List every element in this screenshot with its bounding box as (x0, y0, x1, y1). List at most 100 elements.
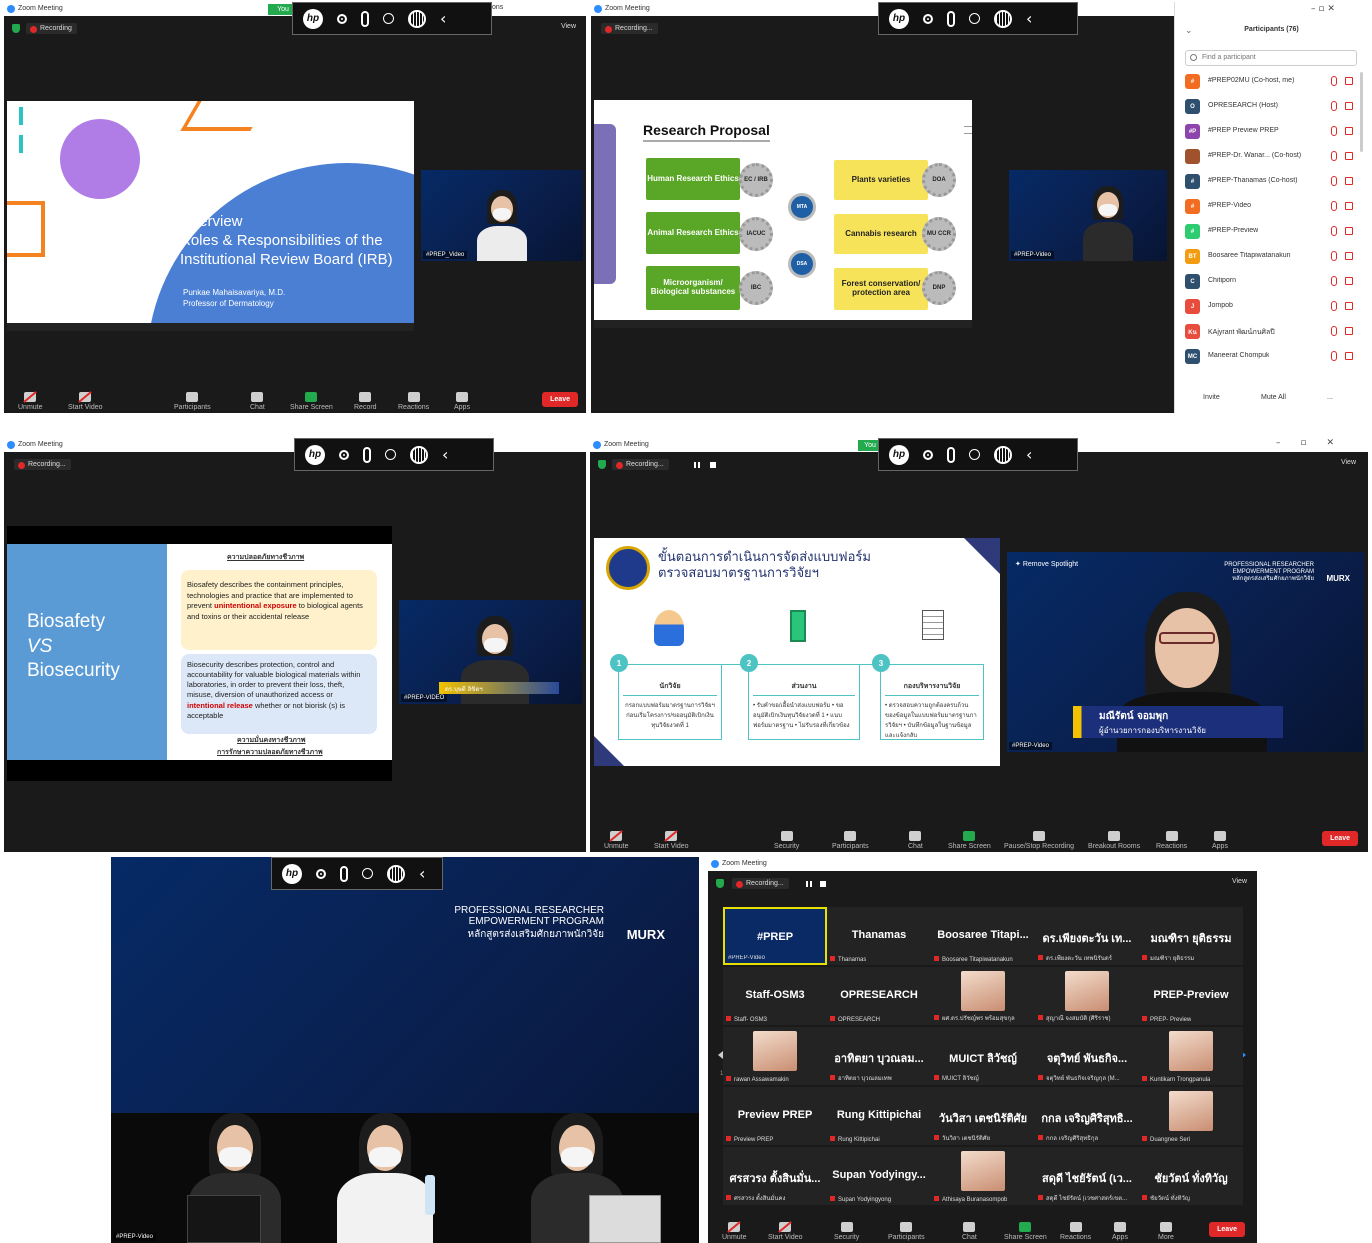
leave-button[interactable]: Leave (1209, 1222, 1245, 1237)
participant-row[interactable]: # #PREP-Thanamas (Co-host) (1183, 170, 1363, 194)
ring-icon[interactable] (969, 449, 980, 460)
participant-tile[interactable]: ชัยวัตน์ ทั่งทิวัญ ชัยวัตน์ ทั่งทิวัญ (1139, 1147, 1243, 1205)
audio-wave-icon[interactable] (387, 864, 405, 883)
participant-tile[interactable]: ผศ.ดร.ปรัชญ์พร พร้อมสุขกุล (931, 967, 1035, 1025)
audio-wave-icon[interactable] (994, 9, 1012, 28)
pause-recording-icon[interactable] (694, 462, 700, 468)
microphone-icon[interactable] (947, 446, 955, 463)
webcam-icon[interactable] (339, 449, 349, 460)
audio-wave-icon[interactable] (408, 9, 426, 28)
start-video-button[interactable]: Start Video (654, 831, 689, 850)
unmute-button[interactable]: Unmute (604, 831, 629, 850)
chat-button[interactable]: Chat (962, 1222, 977, 1241)
pause-recording-icon[interactable] (806, 881, 812, 887)
stop-recording-icon[interactable] (820, 881, 826, 887)
participant-tile[interactable]: ศรสวรง ตั้งสินมั่น... ศรสวรง ตั้งสินมั่นค… (723, 1147, 827, 1205)
chat-button[interactable]: Chat (908, 831, 923, 850)
participant-tile[interactable]: อาทิตยา บุวณลม... อาทิตยา บุวณลมเทพ (827, 1027, 931, 1085)
webcam-icon[interactable] (923, 449, 933, 460)
audio-wave-icon[interactable] (410, 445, 428, 464)
webcam-icon[interactable] (923, 13, 933, 24)
participant-tile[interactable]: Preview PREP Preview PREP (723, 1087, 827, 1145)
audio-wave-icon[interactable] (994, 445, 1012, 464)
participant-tile[interactable]: มณฑิรา ยุติธรรม มณฑิรา ยุติธรรม (1139, 907, 1243, 965)
view-button[interactable]: View (1341, 459, 1356, 466)
recording-indicator[interactable]: Recording... (732, 878, 789, 889)
participant-tile[interactable]: สุญาณี จงสมบัติ (ศิริราช) (1035, 967, 1139, 1025)
recording-indicator[interactable]: Recording... (612, 459, 669, 470)
participant-tile[interactable]: Boosaree Titapi... Boosaree Titapiwatanak… (931, 907, 1035, 965)
back-chevron-icon[interactable]: ‹ (442, 445, 448, 464)
apps-button[interactable]: Apps (454, 392, 470, 411)
breakout-rooms-button[interactable]: Breakout Rooms (1088, 831, 1140, 850)
webcam-icon[interactable] (337, 13, 347, 24)
participant-tile[interactable]: OPRESEARCH OPRESEARCH (827, 967, 931, 1025)
recording-indicator[interactable]: Recording... (601, 23, 658, 34)
view-options-button[interactable]: ons (492, 4, 503, 11)
participant-row[interactable]: #PREP-Dr. Wanar... (Co-host) (1183, 145, 1363, 169)
participant-row[interactable]: MC Maneerat Chompuk (1183, 345, 1363, 369)
back-chevron-icon[interactable]: ‹ (1026, 9, 1032, 28)
ring-icon[interactable] (385, 449, 396, 460)
participant-row[interactable]: # #PREP-Preview (1183, 220, 1363, 244)
participant-tile[interactable]: วันวิสา เตชนิรัติศัย วันวิสา เตชนิรัติศัย (931, 1087, 1035, 1145)
microphone-icon[interactable] (340, 865, 348, 882)
start-video-button[interactable]: Start Video (768, 1222, 803, 1241)
webcam-icon[interactable] (316, 868, 326, 879)
recording-indicator[interactable]: Recording (26, 23, 77, 34)
participant-row[interactable]: BT Boosaree Titapiwatanakun (1183, 245, 1363, 269)
participant-tile[interactable]: Thanamas Thanamas (827, 907, 931, 965)
start-video-button[interactable]: Start Video (68, 392, 103, 411)
participant-row[interactable]: Kน KAjyrant พัฒน์ภนศิลปี (1183, 320, 1363, 344)
participant-tile[interactable]: MUICT ลิวัชญ์ MUICT ลิวัชญ์ (931, 1027, 1035, 1085)
microphone-icon[interactable] (947, 10, 955, 27)
reactions-button[interactable]: Reactions (398, 392, 429, 411)
apps-button[interactable]: Apps (1112, 1222, 1128, 1241)
leave-button[interactable]: Leave (1322, 831, 1358, 846)
back-chevron-icon[interactable]: ‹ (1026, 445, 1032, 464)
record-button[interactable]: Record (354, 392, 377, 411)
mute-all-button[interactable]: Mute All (1261, 394, 1286, 401)
participants-button[interactable]: Participants (832, 831, 869, 850)
participant-tile[interactable]: PREP-Preview PREP- Preview (1139, 967, 1243, 1025)
participant-tile[interactable]: Kuntikarn Trongpanula (1139, 1027, 1243, 1085)
unmute-button[interactable]: Unmute (722, 1222, 747, 1241)
participant-row[interactable]: # #PREP02MU (Co-host, me) (1183, 70, 1363, 94)
leave-button[interactable]: Leave (542, 392, 578, 407)
participant-row[interactable]: O OPRESEARCH (Host) (1183, 95, 1363, 119)
share-screen-button[interactable]: Share Screen (290, 392, 333, 411)
participant-tile[interactable]: Athisaya Buranasompob (931, 1147, 1035, 1205)
security-button[interactable]: Security (774, 831, 799, 850)
security-button[interactable]: Security (834, 1222, 859, 1241)
participants-button[interactable]: Participants (174, 392, 211, 411)
participant-row[interactable]: C Chitiporn (1183, 270, 1363, 294)
participant-tile[interactable]: ดร.เพียงตะวัน เท... ดร.เพียงตะวัน เทพนิรั… (1035, 907, 1139, 965)
participant-row[interactable]: # #PREP-Video (1183, 195, 1363, 219)
participants-button[interactable]: Participants (888, 1222, 925, 1241)
shield-icon[interactable] (716, 879, 724, 888)
ring-icon[interactable] (969, 13, 980, 24)
unmute-button[interactable]: Unmute (18, 392, 43, 411)
participant-row[interactable]: J Jompob (1183, 295, 1363, 319)
participant-tile[interactable]: Rung Kittipichai Rung Kittipichai (827, 1087, 931, 1145)
participant-tile[interactable]: #PREP #PREP-Video (723, 907, 827, 965)
participant-tile[interactable]: Supan Yodyingy... Supan Yodyingyong (827, 1147, 931, 1205)
more-button[interactable]: ... (1327, 394, 1333, 401)
more-button[interactable]: More (1158, 1222, 1174, 1241)
participant-tile[interactable]: Staff-OSM3 Staff- OSM3 (723, 967, 827, 1025)
stop-recording-icon[interactable] (710, 462, 716, 468)
participant-tile[interactable]: สดุดี ไชยัรัตน์ (เว... สดุดี ไชยัรัตน์ (เ… (1035, 1147, 1139, 1205)
apps-button[interactable]: Apps (1212, 831, 1228, 850)
participant-tile[interactable]: Duangnee Seri (1139, 1087, 1243, 1145)
chat-button[interactable]: Chat (250, 392, 265, 411)
view-button[interactable]: View (561, 23, 576, 30)
remove-spotlight-button[interactable]: ✦ Remove Spotlight (1015, 560, 1078, 568)
microphone-icon[interactable] (361, 10, 369, 27)
participant-tile[interactable]: rawan Assawamakin (723, 1027, 827, 1085)
share-screen-button[interactable]: Share Screen (948, 831, 991, 850)
find-participant-input[interactable]: Find a participant (1185, 50, 1357, 66)
recording-indicator[interactable]: Recording... (14, 459, 71, 470)
share-screen-button[interactable]: Share Screen (1004, 1222, 1047, 1241)
invite-button[interactable]: Invite (1203, 394, 1220, 401)
back-chevron-icon[interactable]: ‹ (440, 9, 446, 28)
